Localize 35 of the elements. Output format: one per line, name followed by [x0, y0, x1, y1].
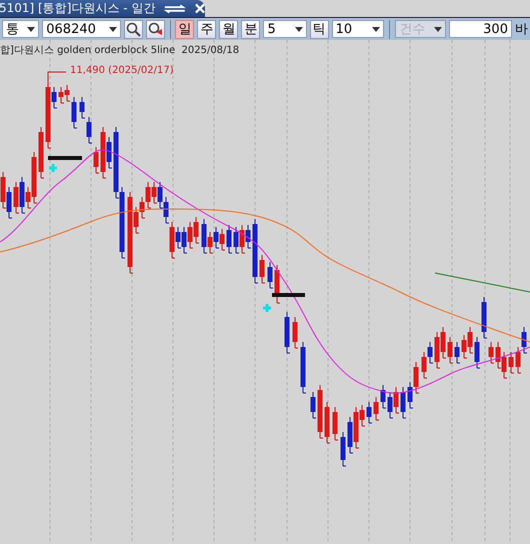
- search-arrow-icon: [148, 22, 162, 36]
- chart-header: 합]다원시스 golden orderblock 5line 2025/08/18: [0, 44, 240, 57]
- search-icon: [126, 22, 140, 36]
- minute-dropdown[interactable]: 5: [263, 20, 307, 38]
- candlestick: [292, 316, 298, 348]
- tick-dropdown[interactable]: 10: [332, 20, 384, 38]
- caret-icon: [372, 26, 380, 32]
- level-bar: [272, 293, 305, 297]
- caret-icon: [108, 26, 116, 32]
- level-bar: [48, 156, 82, 160]
- leader-line: [48, 72, 66, 82]
- unit-label: 바: [514, 21, 528, 38]
- close-icon[interactable]: [195, 3, 205, 14]
- tick-button[interactable]: 틱: [310, 20, 329, 38]
- window-tab[interactable]: 5101] [통합]다원시스 - 일간: [0, 0, 205, 17]
- caret-icon: [434, 26, 442, 32]
- caret-icon: [294, 26, 303, 32]
- cross-icon: [262, 302, 272, 314]
- period-button[interactable]: 주: [197, 20, 216, 38]
- period-button[interactable]: 분: [241, 20, 260, 38]
- high-price-label: 11,490 (2025/02/17): [70, 65, 174, 76]
- swap-icon[interactable]: [163, 4, 187, 14]
- code-dropdown[interactable]: 068240: [42, 20, 120, 38]
- bars-input[interactable]: 300: [449, 20, 512, 38]
- candlestick: [332, 406, 338, 440]
- candlestick: [284, 312, 290, 354]
- market-dropdown[interactable]: 통: [2, 20, 40, 38]
- window-title: 5101] [통합]다원시스 - 일간: [0, 0, 156, 17]
- period-button[interactable]: 월: [219, 20, 238, 38]
- candlestick: [300, 342, 306, 394]
- period-button[interactable]: 일: [175, 20, 194, 38]
- caret-icon: [27, 26, 36, 32]
- search-button[interactable]: [124, 20, 142, 38]
- search-marker-button[interactable]: [146, 20, 164, 38]
- cross-icon: [48, 162, 58, 174]
